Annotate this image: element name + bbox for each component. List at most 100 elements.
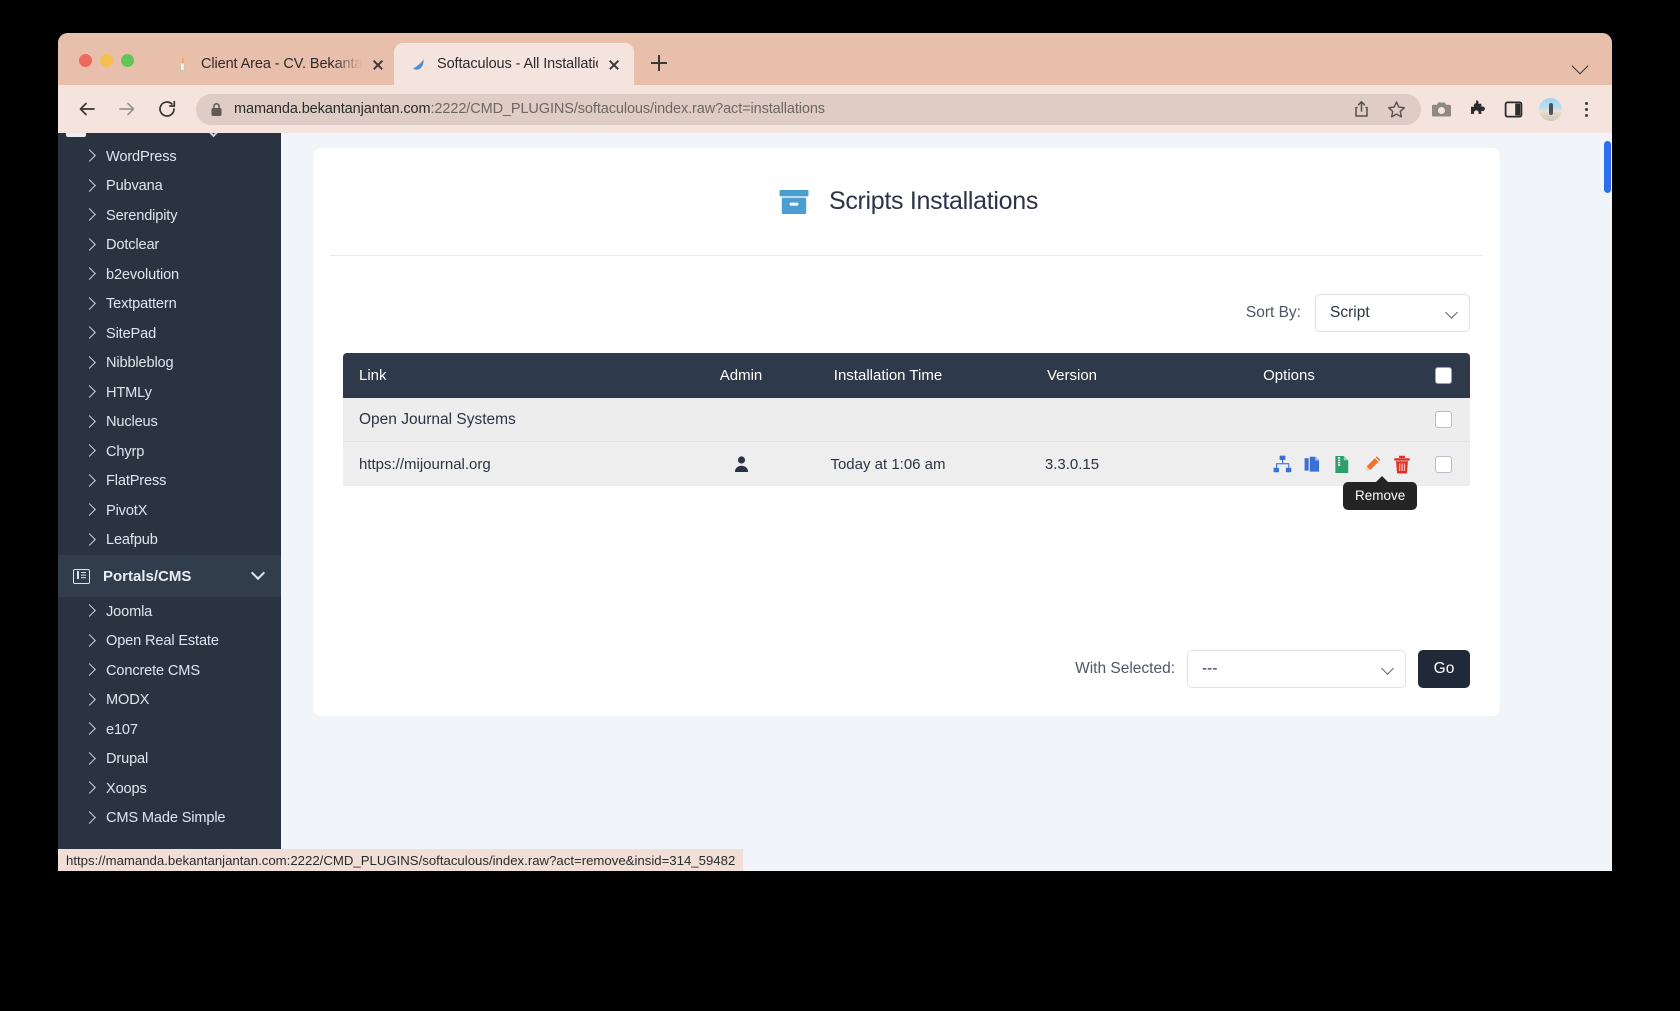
chevron-right-icon	[83, 473, 96, 487]
chevron-right-icon	[83, 267, 96, 281]
kebab-menu-icon[interactable]	[1577, 99, 1597, 120]
table-header-row: Link Admin Installation Time Version Opt…	[343, 353, 1470, 398]
sidebar-item-concrete-cms[interactable]: Concrete CMS	[58, 656, 281, 686]
bookmark-star-icon[interactable]	[1386, 99, 1407, 120]
chevron-right-icon	[83, 663, 96, 677]
sidebar-item-sitepad[interactable]: SitePad	[58, 319, 281, 349]
share-icon[interactable]	[1351, 99, 1372, 120]
close-icon[interactable]	[604, 54, 624, 74]
sort-by-control: Sort By: Script	[343, 294, 1470, 332]
sidebar-item-htmly[interactable]: HTMLy	[58, 378, 281, 408]
sidebar-item-cms-made-simple[interactable]: CMS Made Simple	[58, 804, 281, 834]
edit-pencil-icon[interactable]	[1362, 454, 1382, 474]
sidebar-clipped-group	[58, 133, 281, 142]
with-selected-control: With Selected: --- Go	[1075, 650, 1470, 688]
column-header-options: Options	[1263, 367, 1315, 384]
page-title: Scripts Installations	[828, 187, 1039, 215]
close-icon[interactable]	[368, 54, 388, 74]
sidebar-item-label: PivotX	[106, 502, 148, 519]
sidebar-item-label: SitePad	[106, 325, 157, 342]
address-bar[interactable]: mamanda.bekantanjantan.com:2222/CMD_PLUG…	[196, 93, 1421, 125]
sidebar-item-label: Serendipity	[106, 207, 178, 224]
sidebar-item-label: b2evolution	[106, 266, 180, 283]
sort-by-label: Sort By:	[1245, 304, 1301, 321]
backup-zip-icon[interactable]	[1332, 454, 1352, 474]
sidebar-item-label: Joomla	[106, 603, 153, 620]
sidebar-item-serendipity[interactable]: Serendipity	[58, 201, 281, 231]
chevron-right-icon	[83, 633, 96, 647]
browser-window: Client Area - CV. Bekantan Jan Softaculo…	[58, 33, 1612, 871]
list-box-icon	[66, 133, 86, 137]
with-selected-label: With Selected:	[1075, 660, 1175, 677]
window-minimize-button[interactable]	[100, 54, 113, 67]
page-scrollbar[interactable]	[1603, 133, 1612, 871]
remove-tooltip: Remove	[1343, 476, 1418, 510]
sidebar-item-joomla[interactable]: Joomla	[58, 597, 281, 627]
group-select-checkbox[interactable]	[1434, 411, 1452, 428]
row-options	[1162, 454, 1416, 474]
reload-icon[interactable]	[152, 94, 182, 124]
remove-trash-icon[interactable]	[1392, 454, 1412, 474]
forward-arrow-icon[interactable]	[112, 94, 142, 124]
with-selected-value: ---	[1202, 660, 1218, 677]
sidebar-item-list: WordPress Pubvana Serendipity Dotclear b2evo…	[58, 142, 281, 555]
sidebar-item-xoops[interactable]: Xoops	[58, 774, 281, 804]
sidebar-item-label: HTMLy	[106, 384, 152, 401]
sidebar-item-label: e107	[106, 721, 138, 738]
chevron-right-icon	[83, 414, 96, 428]
screenshot-camera-icon[interactable]	[1431, 99, 1452, 120]
new-tab-button[interactable]	[646, 50, 672, 76]
extensions-puzzle-icon[interactable]	[1467, 99, 1488, 120]
sidebar-item-leafpub[interactable]: Leafpub	[58, 526, 281, 556]
sidebar-item-textpattern[interactable]: Textpattern	[58, 290, 281, 320]
archive-box-icon	[775, 183, 813, 221]
page-scrollbar-thumb[interactable]	[1604, 141, 1611, 193]
profile-avatar[interactable]	[1539, 97, 1562, 121]
sidebar-item-pubvana[interactable]: Pubvana	[58, 172, 281, 202]
sidebar-item-e107[interactable]: e107	[58, 715, 281, 745]
sidebar-group-item-list: Joomla Open Real Estate Concrete CMS MODX e1…	[58, 597, 281, 833]
tab-strip: Client Area - CV. Bekantan Jan Softaculo…	[58, 33, 1612, 85]
sort-by-select[interactable]: Script	[1315, 294, 1470, 332]
sitemap-icon[interactable]	[1272, 454, 1292, 474]
chevron-down-icon	[205, 133, 222, 138]
sidebar-item-nibbleblog[interactable]: Nibbleblog	[58, 349, 281, 379]
clone-copy-icon[interactable]	[1302, 454, 1322, 474]
sidebar-item-modx[interactable]: MODX	[58, 686, 281, 716]
window-close-button[interactable]	[79, 54, 92, 67]
sidebar-item-label: Open Real Estate	[106, 633, 219, 650]
sidebar-item-flatpress[interactable]: FlatPress	[58, 467, 281, 497]
sidebar-item-wordpress[interactable]: WordPress	[58, 142, 281, 172]
column-header-version: Version	[1046, 367, 1098, 384]
sidebar-item-drupal[interactable]: Drupal	[58, 745, 281, 775]
installations-card: Scripts Installations Sort By: Script Li…	[313, 148, 1500, 716]
go-button[interactable]: Go	[1418, 650, 1470, 688]
window-maximize-button[interactable]	[121, 54, 134, 67]
sidebar-item-dotclear[interactable]: Dotclear	[58, 231, 281, 261]
select-all-checkbox[interactable]	[1434, 367, 1452, 384]
sidebar-item-chyrp[interactable]: Chyrp	[58, 437, 281, 467]
sidebar-group-portals-cms[interactable]: Portals/CMS	[58, 555, 281, 597]
chevron-down-icon	[250, 565, 266, 581]
chevron-down-icon	[1381, 662, 1394, 675]
sidebar-item-label: Nucleus	[106, 414, 158, 431]
toolbar-right-actions	[1431, 97, 1612, 121]
back-arrow-icon[interactable]	[72, 94, 102, 124]
with-selected-select[interactable]: ---	[1187, 650, 1406, 688]
sidebar-item-open-real-estate[interactable]: Open Real Estate	[58, 627, 281, 657]
chevron-down-icon[interactable]	[1572, 56, 1590, 74]
sidebar-item-pivotx[interactable]: PivotX	[58, 496, 281, 526]
installation-link[interactable]: https://mijournal.org	[343, 456, 688, 473]
sidebar-item-nucleus[interactable]: Nucleus	[58, 408, 281, 438]
row-select-checkbox[interactable]	[1434, 455, 1452, 473]
side-panel-icon[interactable]	[1503, 99, 1524, 120]
browser-tab-client-area[interactable]: Client Area - CV. Bekantan Jan	[158, 43, 398, 85]
sidebar-item-b2evolution[interactable]: b2evolution	[58, 260, 281, 290]
tab-title: Softaculous - All Installations	[437, 56, 598, 72]
user-person-icon[interactable]	[688, 455, 794, 473]
browser-tab-softaculous[interactable]: Softaculous - All Installations	[394, 43, 634, 85]
chevron-right-icon	[83, 604, 96, 618]
sidebar-group-label: Portals/CMS	[103, 567, 192, 585]
chevron-right-icon	[83, 237, 96, 251]
main-content: Scripts Installations Sort By: Script Li…	[281, 133, 1603, 871]
